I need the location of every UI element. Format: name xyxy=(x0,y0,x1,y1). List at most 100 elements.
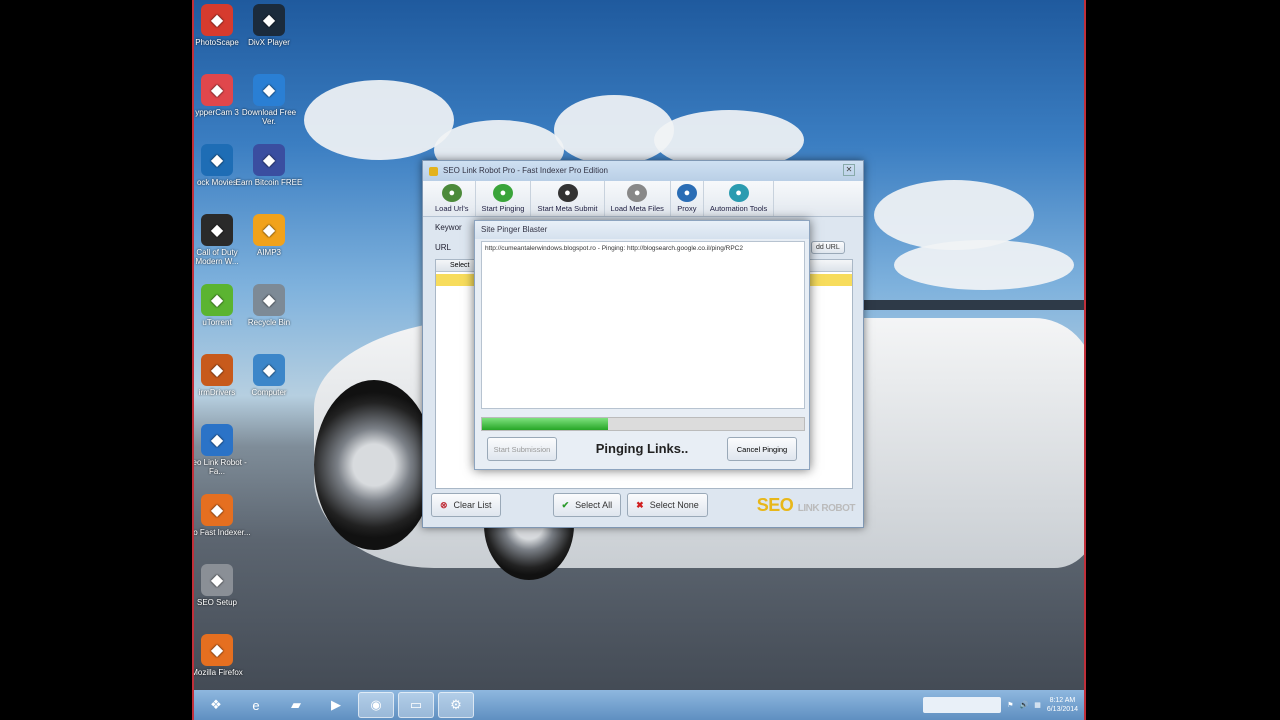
desktop-icon-label: Computer xyxy=(251,388,287,397)
desktop-icon[interactable]: ◆ Download Free Ver. xyxy=(234,74,304,126)
progress-fill xyxy=(482,418,608,430)
load-urls-icon: ● xyxy=(441,184,462,202)
status-text: Pinging Links.. xyxy=(595,441,689,456)
toolbar-button[interactable]: ● Load Url's xyxy=(429,181,476,216)
explorer-icon[interactable]: ▰ xyxy=(278,692,314,718)
cancel-pinging-button[interactable]: Cancel Pinging xyxy=(727,437,797,461)
monitor-icon[interactable]: ▭ xyxy=(398,692,434,718)
add-url-button[interactable]: dd URL xyxy=(811,241,845,254)
desktop-icon-label: Download Free Ver. xyxy=(241,108,297,126)
computer-icon: ◆ xyxy=(253,354,285,386)
media-player-icon[interactable]: ▶ xyxy=(318,692,354,718)
network-icon[interactable]: ▦ xyxy=(1034,701,1041,709)
desktop-icon[interactable]: ◆ Mozilla Firefox xyxy=(192,634,252,677)
drivers-icon: ◆ xyxy=(201,354,233,386)
desktop: ◆ PhotoScape ◆ ypperCam 3 ◆ ock Movies ◆ Call o… xyxy=(192,0,1086,720)
desktop-icon[interactable]: ◆ DivX Player xyxy=(234,4,304,47)
ping-log[interactable]: http://cumeantalerwindows.blogspot.ro - … xyxy=(481,241,805,409)
taskbar: ❖ e ▰ ▶ ◉ ▭ ⚙ ⚑ 🔊 ▦ 8:12 AM 6/13/2014 xyxy=(194,690,1084,720)
toolbar-button[interactable]: ● Automation Tools xyxy=(704,181,775,216)
seo-robot-icon: ◆ xyxy=(201,424,233,456)
desktop-icon[interactable]: ◆ Seo Fast Indexer... xyxy=(193,494,252,537)
log-line: http://cumeantalerwindows.blogspot.ro - … xyxy=(485,245,743,252)
clear-list-button[interactable]: ⊗ Clear List xyxy=(431,493,501,517)
logo-subtext: LINK ROBOT xyxy=(797,502,856,514)
car-wheel xyxy=(314,380,434,550)
system-tray: ⚑ 🔊 ▦ 8:12 AM 6/13/2014 xyxy=(923,696,1084,714)
main-window-title: SEO Link Robot Pro - Fast Indexer Pro Ed… xyxy=(443,166,608,175)
desktop-icon-label: Seo Fast Indexer... xyxy=(193,528,251,537)
keyword-label: Keywor xyxy=(435,223,462,232)
webcam-icon: ◆ xyxy=(201,74,233,106)
main-window-titlebar[interactable]: SEO Link Robot Pro - Fast Indexer Pro Ed… xyxy=(423,161,863,181)
desktop-icon[interactable]: ◆ AIMP3 xyxy=(234,214,304,257)
utorrent-icon: ◆ xyxy=(201,284,233,316)
firefox-icon: ◆ xyxy=(201,634,233,666)
desktop-icon[interactable]: ◆ Seo Link Robot - Fa... xyxy=(192,424,252,476)
photoscape-icon: ◆ xyxy=(201,4,233,36)
game-icon: ◆ xyxy=(201,214,233,246)
clock[interactable]: 8:12 AM 6/13/2014 xyxy=(1047,696,1078,714)
toolbar-button[interactable]: ● Proxy xyxy=(671,181,704,216)
cloud xyxy=(874,180,1034,250)
x-icon: ✖ xyxy=(636,499,644,510)
logo-text: SEO xyxy=(756,494,794,515)
toolbar-button[interactable]: ● Start Pinging xyxy=(476,181,532,216)
app-icon xyxy=(429,167,438,176)
desktop-icon[interactable]: ◆ SEO Setup xyxy=(194,564,252,607)
toolbar-button-label: Load Meta Files xyxy=(610,204,664,213)
url-label: URL xyxy=(435,243,452,252)
clock-time: 8:12 AM xyxy=(1049,697,1076,704)
desktop-icon-label: AIMP3 xyxy=(256,248,281,257)
start-orb-icon[interactable]: ❖ xyxy=(198,692,234,718)
seo-link-robot-logo: SEO LINK ROBOT xyxy=(756,494,856,516)
start-pinging-icon: ● xyxy=(493,184,513,202)
close-button[interactable]: ✕ xyxy=(843,164,855,176)
start-submission-button[interactable]: Start Submission xyxy=(487,437,557,461)
gear-icon: ● xyxy=(627,184,648,202)
desktop-icon-label: Earn Bitcoin FREE xyxy=(235,178,303,187)
main-toolbar: ● Load Url's ● Start Pinging ● Start Meta Sub… xyxy=(423,181,863,217)
download-icon: ◆ xyxy=(253,74,285,106)
desktop-icon-label: SEO Setup xyxy=(196,598,238,607)
tray-search-box[interactable] xyxy=(923,697,1002,713)
select-none-label: Select None xyxy=(649,500,699,510)
cloud xyxy=(304,80,454,160)
desktop-icon[interactable]: ◆ Earn Bitcoin FREE xyxy=(234,144,304,187)
toolbar-button-label: Proxy xyxy=(677,204,697,213)
bitcoin-icon: ◆ xyxy=(253,144,285,176)
desktop-icon-label: DivX Player xyxy=(248,38,290,47)
volume-icon[interactable]: 🔊 xyxy=(1020,701,1029,709)
desktop-icon[interactable]: ◆ Recycle Bin xyxy=(234,284,304,327)
toolbar-button-label: Load Url's xyxy=(435,204,469,213)
desktop-icon-label: Mozilla Firefox xyxy=(192,668,243,677)
proxy-icon: ● xyxy=(676,184,697,202)
seo-robot-icon[interactable]: ⚙ xyxy=(438,692,474,718)
select-none-button[interactable]: ✖ Select None xyxy=(627,493,708,517)
ping-progress-bar xyxy=(481,417,805,431)
toolbar-button[interactable]: ● Load Meta Files xyxy=(605,181,671,216)
desktop-icon[interactable]: ◆ Computer xyxy=(234,354,304,397)
flag-icon[interactable]: ⚑ xyxy=(1007,701,1013,709)
clock-date: 6/13/2014 xyxy=(1046,706,1078,713)
desktop-icon-label: Seo Link Robot - Fa... xyxy=(192,458,247,476)
select-all-button[interactable]: ✔ Select All xyxy=(552,493,622,517)
ie-icon[interactable]: e xyxy=(238,692,274,718)
aimp-icon: ◆ xyxy=(253,214,285,246)
site-pinger-dialog: Site Pinger Blaster http://cumeantalerwi… xyxy=(474,220,810,470)
toolbar-button-label: Automation Tools xyxy=(709,204,768,213)
clear-icon: ⊗ xyxy=(440,499,448,510)
select-all-label: Select All xyxy=(575,500,613,510)
toolbar-button[interactable]: ● Start Meta Submit xyxy=(531,181,605,216)
cloud xyxy=(894,240,1074,290)
movies-icon: ◆ xyxy=(201,144,233,176)
divx-icon: ◆ xyxy=(253,4,285,36)
toolbar-button-label: Start Meta Submit xyxy=(537,204,598,213)
firefox-icon: ◆ xyxy=(201,494,233,526)
clear-list-label: Clear List xyxy=(453,500,492,510)
cloud xyxy=(554,95,674,165)
firefox-icon[interactable]: ◉ xyxy=(358,692,394,718)
bottom-bar: ⊗ Clear List ✔ Select All ✖ Select None … xyxy=(431,491,856,519)
setup-icon: ◆ xyxy=(201,564,233,596)
automation-icon: ● xyxy=(728,184,749,202)
